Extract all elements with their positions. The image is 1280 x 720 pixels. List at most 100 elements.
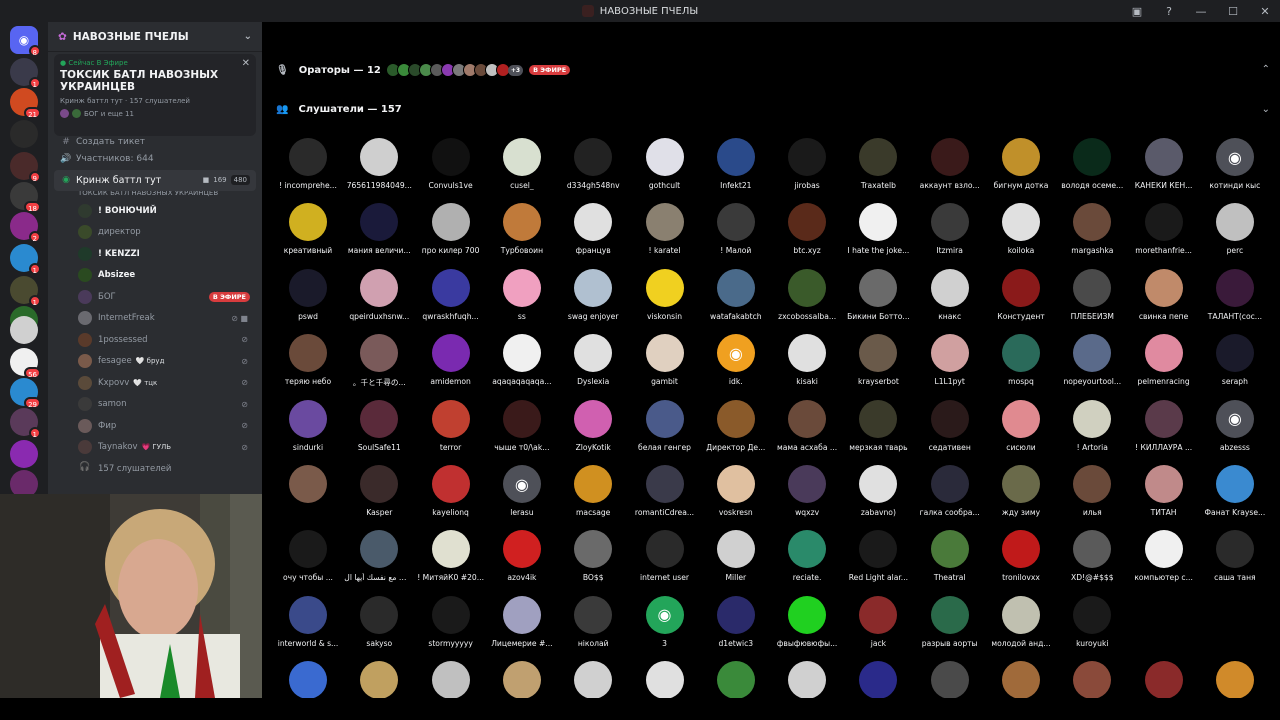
listener-item[interactable]: [1128, 661, 1200, 700]
listener-item[interactable]: wqxzv: [771, 465, 843, 517]
channel-participants[interactable]: 🔊 Участников: 644: [54, 148, 256, 170]
home-button[interactable]: ◉ 8: [10, 26, 41, 57]
listener-item[interactable]: [486, 661, 558, 700]
listener-item[interactable]: [842, 661, 914, 700]
listener-item[interactable]: seraph: [1199, 334, 1271, 386]
listener-item[interactable]: мама асхаба ...: [771, 399, 843, 452]
listener-item[interactable]: галка сообра...: [914, 465, 986, 517]
server-header[interactable]: ✿ НАВОЗНЫЕ ПЧЕЛЫ ⌄: [48, 22, 262, 52]
listener-item[interactable]: [700, 661, 772, 700]
server-icon[interactable]: 1: [10, 244, 41, 275]
listener-item[interactable]: мерзкая тварь: [842, 399, 914, 452]
listener-item[interactable]: BO$$: [557, 530, 629, 582]
voice-user[interactable]: 1possessed ⊘: [54, 329, 256, 351]
server-icon[interactable]: 29: [10, 378, 41, 409]
listener-item[interactable]: володя осеме...: [1056, 138, 1128, 190]
voice-user[interactable]: Absizee: [54, 265, 256, 287]
listener-item[interactable]: Kasper: [343, 465, 415, 517]
listener-item[interactable]: [272, 465, 344, 508]
listener-item[interactable]: Traxatelb: [842, 138, 914, 190]
voice-user[interactable]: директор: [54, 222, 256, 244]
listener-item[interactable]: аккаунт взло...: [914, 138, 986, 190]
listener-item[interactable]: ! Artoria: [1056, 399, 1128, 452]
listener-item[interactable]: swag enjoyer: [557, 268, 629, 321]
listener-item[interactable]: jirobas: [771, 138, 843, 190]
listener-item[interactable]: sindurki: [272, 399, 344, 452]
listener-item[interactable]: [272, 661, 344, 700]
close-icon[interactable]: ✕: [242, 58, 250, 69]
voice-user[interactable]: InternetFreak ⊘ ■: [54, 308, 256, 330]
listener-item[interactable]: kuroyuki: [1056, 595, 1128, 648]
listener-item[interactable]: terror: [415, 399, 487, 452]
server-icon[interactable]: 2: [10, 212, 41, 243]
listener-item[interactable]: Infekt21: [700, 138, 772, 190]
server-icon[interactable]: 1: [10, 408, 41, 439]
voice-user[interactable]: samon ⊘: [54, 394, 256, 416]
listener-item[interactable]: бигнум дотка: [985, 138, 1057, 190]
server-icon[interactable]: [10, 120, 38, 148]
listener-item[interactable]: ! karatel: [629, 203, 701, 255]
listener-item[interactable]: viskonsin: [629, 268, 701, 321]
voice-user[interactable]: fesagee 🤍 бруд ⊘: [54, 351, 256, 373]
listener-item[interactable]: Фанат Krayse...: [1199, 465, 1271, 517]
listener-item[interactable]: interworld & s...: [272, 595, 344, 648]
server-icon[interactable]: 9: [10, 152, 41, 183]
listener-item[interactable]: qwraskhfuqh...: [415, 268, 487, 321]
listener-item[interactable]: watafakabtch: [700, 268, 772, 321]
listener-item[interactable]: س مع نفسك أيها ال...: [343, 530, 415, 582]
listener-item[interactable]: Miller: [700, 530, 772, 582]
listener-item[interactable]: mospq: [985, 334, 1057, 386]
listener-item[interactable]: Констудент: [985, 268, 1057, 321]
listener-item[interactable]: ТАЛАНТ(сос...: [1199, 268, 1271, 321]
listener-item[interactable]: ◉ lerasu: [486, 465, 558, 517]
listener-item[interactable]: кнакс: [914, 268, 986, 321]
chevron-up-icon[interactable]: ⌃: [1262, 64, 1270, 75]
listener-item[interactable]: d1etwic3: [700, 595, 772, 648]
listener-item[interactable]: ◉ 3: [629, 595, 701, 648]
listener-item[interactable]: I hate the joke...: [842, 203, 914, 255]
listener-item[interactable]: macsage: [557, 465, 629, 517]
listener-item[interactable]: stormyyyyy: [415, 595, 487, 648]
listener-item[interactable]: разрыв аорты: [914, 595, 986, 648]
listener-item[interactable]: gambit: [629, 334, 701, 386]
listener-item[interactable]: zxcobossalba...: [771, 268, 843, 321]
listener-item[interactable]: мания величи...: [343, 203, 415, 255]
listener-item[interactable]: КАНЕКИ КЕН...: [1128, 138, 1200, 190]
listener-item[interactable]: cusel_: [486, 138, 558, 190]
listener-item[interactable]: L1L1pyt: [914, 334, 986, 386]
listener-item[interactable]: [1056, 661, 1128, 700]
listener-item[interactable]: фвыфювюфы...: [771, 595, 843, 648]
listener-item[interactable]: krayserbot: [842, 334, 914, 386]
listener-item[interactable]: gothcult: [629, 138, 701, 190]
listener-item[interactable]: Red Light alar...: [842, 530, 914, 582]
live-stage-banner[interactable]: ● Сейчас В Эфире ✕ ТОКСИК БАТЛ НАВОЗНЫХ …: [54, 54, 256, 136]
listener-item[interactable]: Dyslexia: [557, 334, 629, 386]
listener-item[interactable]: ! Малой: [700, 203, 772, 255]
listener-item[interactable]: internet user: [629, 530, 701, 582]
server-icon[interactable]: 18: [10, 182, 41, 213]
listener-item[interactable]: ! MитяйК0 #20...: [415, 530, 487, 582]
maximize-button[interactable]: ☐: [1224, 5, 1242, 18]
voice-user[interactable]: Kxpovv 🤍 тцк ⊘: [54, 372, 256, 394]
listener-item[interactable]: Theatral: [914, 530, 986, 582]
server-icon[interactable]: 1: [10, 276, 41, 307]
listener-item[interactable]: nopeyourtool...: [1056, 334, 1128, 386]
chevron-down-icon[interactable]: ⌄: [1262, 104, 1270, 115]
listener-item[interactable]: Convuls1ve: [415, 138, 487, 190]
listener-item[interactable]: ◉ котинди кыс: [1199, 138, 1271, 190]
voice-user[interactable]: Taynakov 💗 ГУЛЬ ⊘: [54, 437, 256, 459]
listeners-header[interactable]: 👥 Слушатели — 157: [276, 104, 402, 115]
listener-item[interactable]: францув: [557, 203, 629, 255]
server-icon[interactable]: [10, 440, 38, 468]
listener-item[interactable]: Директор Де...: [700, 399, 772, 452]
listener-item[interactable]: ПЛЕБЕИЗМ: [1056, 268, 1128, 321]
listener-item[interactable]: ◉ abzesss: [1199, 399, 1271, 452]
listener-item[interactable]: компьютер с...: [1128, 530, 1200, 582]
listener-item[interactable]: [629, 661, 701, 700]
listener-item[interactable]: 。千と千尋の...: [343, 334, 415, 388]
listener-item[interactable]: azov4ik: [486, 530, 558, 582]
listener-item[interactable]: ! КИЛЛАУРА ...: [1128, 399, 1200, 452]
help-icon[interactable]: ?: [1160, 5, 1178, 18]
listener-item[interactable]: [343, 661, 415, 700]
listener-item[interactable]: жду зиму: [985, 465, 1057, 517]
